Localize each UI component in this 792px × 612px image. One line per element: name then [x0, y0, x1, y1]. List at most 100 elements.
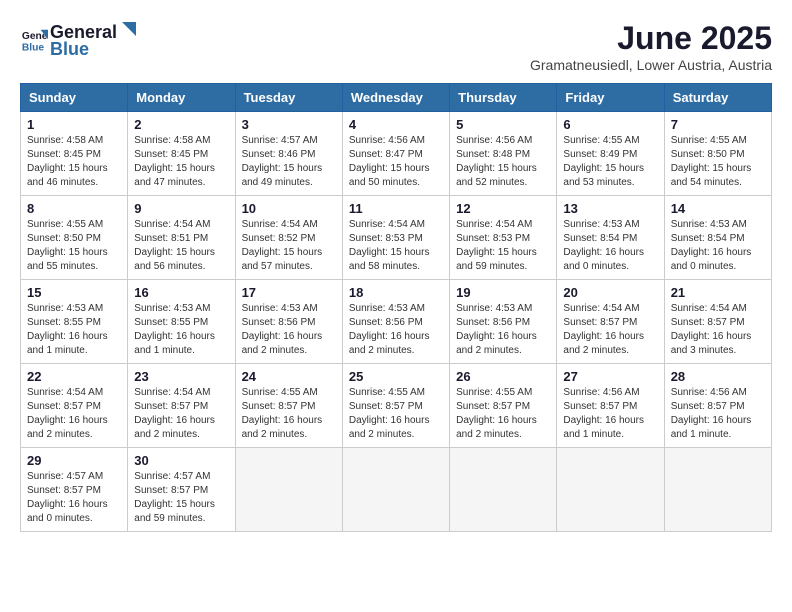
daylight-label: Daylight: 16 hours and 1 minute. — [563, 415, 644, 440]
sunset-label: Sunset: 8:57 PM — [563, 401, 637, 412]
daylight-label: Daylight: 15 hours and 54 minutes. — [671, 163, 752, 188]
day-number: 17 — [242, 285, 336, 300]
calendar-cell: 21 Sunrise: 4:54 AM Sunset: 8:57 PM Dayl… — [664, 280, 771, 364]
day-info: Sunrise: 4:55 AM Sunset: 8:57 PM Dayligh… — [242, 386, 336, 442]
daylight-label: Daylight: 15 hours and 50 minutes. — [349, 163, 430, 188]
sunrise-label: Sunrise: 4:55 AM — [456, 387, 532, 398]
sunrise-label: Sunrise: 4:54 AM — [27, 387, 103, 398]
sunset-label: Sunset: 8:57 PM — [27, 401, 101, 412]
daylight-label: Daylight: 15 hours and 57 minutes. — [242, 247, 323, 272]
daylight-label: Daylight: 15 hours and 49 minutes. — [242, 163, 323, 188]
sunset-label: Sunset: 8:51 PM — [134, 233, 208, 244]
calendar-cell: 26 Sunrise: 4:55 AM Sunset: 8:57 PM Dayl… — [450, 364, 557, 448]
sunrise-label: Sunrise: 4:55 AM — [563, 135, 639, 146]
sunset-label: Sunset: 8:50 PM — [671, 149, 745, 160]
month-title: June 2025 — [530, 20, 772, 57]
calendar-cell: 28 Sunrise: 4:56 AM Sunset: 8:57 PM Dayl… — [664, 364, 771, 448]
sunset-label: Sunset: 8:57 PM — [563, 317, 637, 328]
day-info: Sunrise: 4:55 AM Sunset: 8:49 PM Dayligh… — [563, 134, 657, 190]
sunset-label: Sunset: 8:45 PM — [134, 149, 208, 160]
calendar-cell: 15 Sunrise: 4:53 AM Sunset: 8:55 PM Dayl… — [21, 280, 128, 364]
day-info: Sunrise: 4:55 AM Sunset: 8:57 PM Dayligh… — [456, 386, 550, 442]
sunrise-label: Sunrise: 4:54 AM — [349, 219, 425, 230]
day-number: 27 — [563, 369, 657, 384]
sunrise-label: Sunrise: 4:54 AM — [134, 387, 210, 398]
daylight-label: Daylight: 16 hours and 1 minute. — [134, 331, 215, 356]
sunset-label: Sunset: 8:57 PM — [242, 401, 316, 412]
calendar-cell: 7 Sunrise: 4:55 AM Sunset: 8:50 PM Dayli… — [664, 112, 771, 196]
sunrise-label: Sunrise: 4:57 AM — [134, 471, 210, 482]
svg-text:Blue: Blue — [22, 42, 45, 53]
daylight-label: Daylight: 16 hours and 2 minutes. — [134, 415, 215, 440]
calendar-cell: 1 Sunrise: 4:58 AM Sunset: 8:45 PM Dayli… — [21, 112, 128, 196]
day-number: 28 — [671, 369, 765, 384]
calendar-cell: 23 Sunrise: 4:54 AM Sunset: 8:57 PM Dayl… — [128, 364, 235, 448]
day-number: 22 — [27, 369, 121, 384]
sunrise-label: Sunrise: 4:54 AM — [242, 219, 318, 230]
daylight-label: Daylight: 15 hours and 58 minutes. — [349, 247, 430, 272]
day-number: 29 — [27, 453, 121, 468]
daylight-label: Daylight: 16 hours and 2 minutes. — [242, 415, 323, 440]
sunset-label: Sunset: 8:54 PM — [563, 233, 637, 244]
calendar-cell — [450, 448, 557, 532]
day-number: 26 — [456, 369, 550, 384]
weekday-header-saturday: Saturday — [664, 84, 771, 112]
sunset-label: Sunset: 8:45 PM — [27, 149, 101, 160]
daylight-label: Daylight: 16 hours and 0 minutes. — [27, 499, 108, 524]
calendar-cell: 9 Sunrise: 4:54 AM Sunset: 8:51 PM Dayli… — [128, 196, 235, 280]
sunset-label: Sunset: 8:55 PM — [134, 317, 208, 328]
calendar-cell: 19 Sunrise: 4:53 AM Sunset: 8:56 PM Dayl… — [450, 280, 557, 364]
sunset-label: Sunset: 8:56 PM — [349, 317, 423, 328]
title-area: June 2025 Gramatneusiedl, Lower Austria,… — [530, 20, 772, 73]
daylight-label: Daylight: 16 hours and 3 minutes. — [671, 331, 752, 356]
calendar-cell — [664, 448, 771, 532]
daylight-label: Daylight: 15 hours and 59 minutes. — [134, 499, 215, 524]
weekday-header-friday: Friday — [557, 84, 664, 112]
sunrise-label: Sunrise: 4:55 AM — [671, 135, 747, 146]
calendar-week-row: 8 Sunrise: 4:55 AM Sunset: 8:50 PM Dayli… — [21, 196, 772, 280]
calendar-week-row: 22 Sunrise: 4:54 AM Sunset: 8:57 PM Dayl… — [21, 364, 772, 448]
sunrise-label: Sunrise: 4:56 AM — [563, 387, 639, 398]
sunset-label: Sunset: 8:55 PM — [27, 317, 101, 328]
day-number: 20 — [563, 285, 657, 300]
sunrise-label: Sunrise: 4:55 AM — [27, 219, 103, 230]
calendar-cell — [235, 448, 342, 532]
daylight-label: Daylight: 15 hours and 46 minutes. — [27, 163, 108, 188]
sunrise-label: Sunrise: 4:54 AM — [563, 303, 639, 314]
sunrise-label: Sunrise: 4:54 AM — [456, 219, 532, 230]
sunrise-label: Sunrise: 4:58 AM — [27, 135, 103, 146]
calendar-week-row: 1 Sunrise: 4:58 AM Sunset: 8:45 PM Dayli… — [21, 112, 772, 196]
day-info: Sunrise: 4:57 AM Sunset: 8:57 PM Dayligh… — [27, 470, 121, 526]
day-number: 7 — [671, 117, 765, 132]
day-info: Sunrise: 4:56 AM Sunset: 8:47 PM Dayligh… — [349, 134, 443, 190]
sunrise-label: Sunrise: 4:56 AM — [349, 135, 425, 146]
calendar-cell: 29 Sunrise: 4:57 AM Sunset: 8:57 PM Dayl… — [21, 448, 128, 532]
daylight-label: Daylight: 16 hours and 2 minutes. — [563, 331, 644, 356]
page-header: General Blue General Blue June 2025 Gram… — [20, 20, 772, 73]
day-info: Sunrise: 4:53 AM Sunset: 8:55 PM Dayligh… — [134, 302, 228, 358]
logo: General Blue General Blue — [20, 20, 137, 60]
daylight-label: Daylight: 16 hours and 2 minutes. — [456, 331, 537, 356]
sunset-label: Sunset: 8:53 PM — [456, 233, 530, 244]
sunrise-label: Sunrise: 4:57 AM — [27, 471, 103, 482]
daylight-label: Daylight: 16 hours and 1 minute. — [671, 415, 752, 440]
calendar-cell: 24 Sunrise: 4:55 AM Sunset: 8:57 PM Dayl… — [235, 364, 342, 448]
daylight-label: Daylight: 16 hours and 0 minutes. — [671, 247, 752, 272]
calendar-cell: 30 Sunrise: 4:57 AM Sunset: 8:57 PM Dayl… — [128, 448, 235, 532]
day-info: Sunrise: 4:53 AM Sunset: 8:54 PM Dayligh… — [563, 218, 657, 274]
calendar-cell: 8 Sunrise: 4:55 AM Sunset: 8:50 PM Dayli… — [21, 196, 128, 280]
calendar-cell: 10 Sunrise: 4:54 AM Sunset: 8:52 PM Dayl… — [235, 196, 342, 280]
sunrise-label: Sunrise: 4:55 AM — [242, 387, 318, 398]
sunset-label: Sunset: 8:54 PM — [671, 233, 745, 244]
day-info: Sunrise: 4:54 AM Sunset: 8:53 PM Dayligh… — [456, 218, 550, 274]
calendar-header-row: SundayMondayTuesdayWednesdayThursdayFrid… — [21, 84, 772, 112]
calendar-cell: 17 Sunrise: 4:53 AM Sunset: 8:56 PM Dayl… — [235, 280, 342, 364]
sunrise-label: Sunrise: 4:54 AM — [671, 303, 747, 314]
calendar-cell: 13 Sunrise: 4:53 AM Sunset: 8:54 PM Dayl… — [557, 196, 664, 280]
day-info: Sunrise: 4:56 AM Sunset: 8:57 PM Dayligh… — [671, 386, 765, 442]
sunset-label: Sunset: 8:46 PM — [242, 149, 316, 160]
sunset-label: Sunset: 8:57 PM — [134, 485, 208, 496]
day-number: 14 — [671, 201, 765, 216]
day-number: 4 — [349, 117, 443, 132]
day-info: Sunrise: 4:53 AM Sunset: 8:56 PM Dayligh… — [456, 302, 550, 358]
